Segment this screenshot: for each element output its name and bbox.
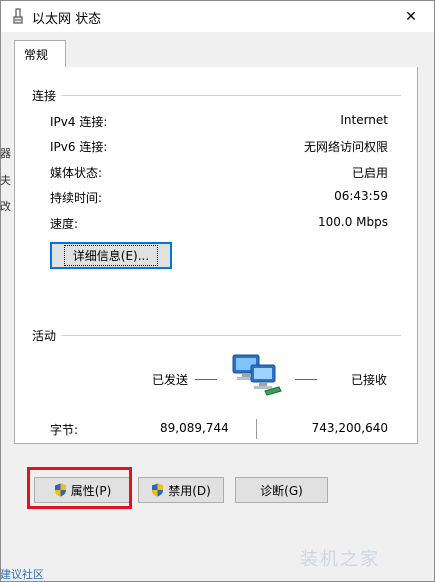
background-fragment: 夫 [0,174,11,187]
highlight-annotation [27,467,132,509]
activity-group-title: 活动 [32,329,57,343]
tab-strip: 常规 [1,32,434,68]
sent-dash [195,379,217,380]
activity-divider [61,335,401,336]
disable-button[interactable]: 禁用(D) [138,477,224,503]
background-link[interactable]: 建议社区 [0,566,44,582]
ipv6-label: IPv6 连接: [50,140,108,154]
general-tab-panel: 连接 IPv4 连接: Internet IPv6 连接: 无网络访问权限 媒体… [14,67,418,444]
sent-label: 已发送 [152,373,189,387]
window-title: 以太网 状态 [32,12,102,27]
tab-general[interactable]: 常规 [14,40,66,68]
bytes-sent-value: 89,089,744 [160,421,229,435]
details-button[interactable]: 详细信息(E)... [50,242,172,269]
disable-button-label: 禁用(D) [168,483,211,498]
connection-divider [61,95,401,96]
diagnose-button-label: 诊断(G) [260,483,303,498]
details-button-label: 详细信息(E)... [63,245,159,266]
received-dash [295,379,317,380]
received-label: 已接收 [350,373,387,387]
media-state-value: 已启用 [351,166,388,180]
title-bar: 以太网 状态 ✕ [1,1,434,32]
duration-label: 持续时间: [50,191,103,205]
ipv4-value: Internet [340,113,388,127]
close-icon: ✕ [405,8,417,25]
speed-value: 100.0 Mbps [317,215,388,229]
background-fragment: 器 [0,147,11,160]
ethernet-icon [13,8,23,24]
uac-shield-icon [152,483,164,497]
bytes-label: 字节: [50,423,79,437]
ipv6-value: 无网络访问权限 [303,140,388,154]
media-state-label: 媒体状态: [50,166,103,180]
ipv4-label: IPv4 连接: [50,115,108,129]
connection-group-title: 连接 [32,89,57,103]
bytes-separator [256,419,257,439]
close-button[interactable]: ✕ [388,1,434,32]
diagnose-button[interactable]: 诊断(G) [235,477,328,503]
background-fragment: 改 [0,200,11,213]
duration-value: 06:43:59 [334,189,388,203]
watermark: 装机之家 [300,549,380,570]
bytes-received-value: 743,200,640 [311,421,388,435]
speed-label: 速度: [50,217,79,231]
network-computers-icon [232,354,282,396]
